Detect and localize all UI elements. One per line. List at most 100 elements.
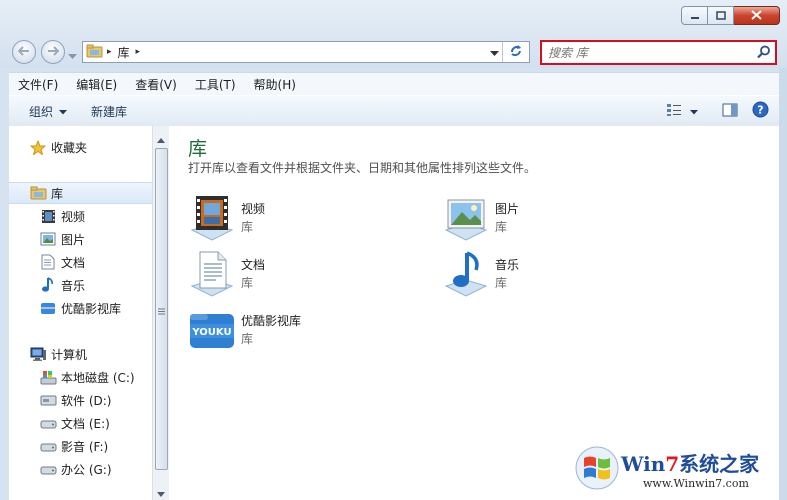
libraries-folder-icon	[29, 185, 47, 201]
title-bar: ▸ 库 ▸	[0, 0, 787, 68]
library-name: 音乐	[495, 258, 520, 272]
nav-library-videos[interactable]: 视频	[39, 205, 152, 227]
picture-icon	[39, 231, 57, 247]
music-library-icon	[442, 250, 490, 298]
breadcrumb-separator[interactable]: ▸	[107, 47, 112, 57]
search-input[interactable]	[546, 42, 750, 63]
change-view-button[interactable]	[666, 103, 698, 120]
star-icon	[29, 139, 47, 155]
system-drive-icon	[39, 369, 57, 385]
library-name: 文档	[241, 258, 266, 272]
watermark-url: www.Winwin7.com	[643, 477, 749, 490]
scroll-down-icon[interactable]	[157, 486, 165, 500]
chevron-down-icon	[59, 104, 68, 118]
nav-drive-d[interactable]: 软件 (D:)	[39, 389, 152, 411]
grip-icon	[158, 304, 165, 318]
library-youku[interactable]: YOUKU 优酷影视库 库	[188, 306, 388, 358]
scrollbar-thumb[interactable]	[155, 148, 168, 470]
preview-pane-button[interactable]	[722, 103, 738, 120]
nav-drive-c[interactable]: 本地磁盘 (C:)	[39, 366, 152, 388]
nav-drive-label: 办公 (G:)	[61, 462, 112, 477]
nav-libraries-label: 库	[51, 186, 64, 201]
explorer-window: ▸ 库 ▸ 文件(F) 编辑(E) 查看(V) 工具(T) 帮助(H) 组织 新…	[0, 0, 787, 500]
forward-arrow-icon	[47, 45, 60, 59]
menu-help[interactable]: 帮助(H)	[245, 76, 305, 93]
nav-library-youku[interactable]: 优酷影视库	[39, 297, 152, 319]
library-kind: 库	[241, 332, 254, 346]
nav-favorites[interactable]: 收藏夹	[29, 136, 152, 158]
youku-library-icon: YOUKU	[188, 306, 236, 354]
minimize-icon	[690, 9, 700, 23]
address-bar[interactable]: ▸ 库 ▸	[82, 41, 530, 63]
help-icon: ?	[752, 101, 769, 121]
minimize-button[interactable]	[681, 6, 708, 25]
drive-icon	[39, 461, 57, 477]
address-dropdown-button[interactable]	[490, 46, 499, 60]
view-controls: ?	[666, 101, 769, 121]
library-kind: 库	[495, 220, 508, 234]
back-arrow-icon	[17, 45, 30, 59]
window-right-border	[779, 68, 787, 500]
breadcrumb-libraries[interactable]: 库	[118, 44, 130, 61]
page-subtitle: 打开库以查看文件并根据文件夹、日期和其他属性排列这些文件。	[188, 161, 537, 175]
nav-drive-label: 软件 (D:)	[61, 393, 112, 408]
watermark-brand-a: Win	[621, 452, 666, 476]
refresh-icon	[509, 44, 523, 61]
nav-drive-label: 本地磁盘 (C:)	[61, 370, 135, 385]
new-library-button[interactable]: 新建库	[79, 103, 139, 120]
refresh-button[interactable]	[502, 42, 529, 62]
library-videos[interactable]: 视频 库	[188, 194, 388, 246]
search-box[interactable]	[540, 40, 777, 65]
nav-library-music[interactable]: 音乐	[39, 274, 152, 296]
youku-folder-icon	[39, 300, 57, 316]
library-music[interactable]: 音乐 库	[442, 250, 642, 302]
nav-library-label: 视频	[61, 209, 86, 224]
nav-computer[interactable]: 计算机	[29, 343, 152, 365]
forward-button[interactable]	[41, 40, 65, 64]
search-icon[interactable]	[757, 45, 771, 62]
nav-library-documents[interactable]: 文档	[39, 251, 152, 273]
nav-library-label: 优酷影视库	[61, 301, 122, 316]
menu-bar: 文件(F) 编辑(E) 查看(V) 工具(T) 帮助(H)	[9, 72, 779, 95]
nav-favorites-label: 收藏夹	[51, 140, 88, 155]
close-button[interactable]	[734, 6, 780, 25]
nav-drive-g[interactable]: 办公 (G:)	[39, 458, 152, 480]
watermark-brand-b: 7	[665, 452, 680, 476]
breadcrumb-separator[interactable]: ▸	[136, 47, 141, 57]
scroll-up-icon[interactable]	[157, 132, 165, 146]
library-kind: 库	[241, 276, 254, 290]
menu-file[interactable]: 文件(F)	[9, 76, 67, 93]
libraries-folder-icon	[86, 44, 103, 61]
music-note-icon	[39, 277, 57, 293]
youku-badge-text: YOUKU	[191, 327, 231, 338]
nav-libraries[interactable]: 库	[9, 182, 152, 204]
menu-edit[interactable]: 编辑(E)	[67, 76, 126, 93]
nav-library-label: 图片	[61, 232, 86, 247]
documents-library-icon	[188, 250, 236, 298]
maximize-button[interactable]	[708, 6, 734, 25]
library-kind: 库	[241, 220, 254, 234]
drive-icon	[39, 415, 57, 431]
nav-drive-f[interactable]: 影音 (F:)	[39, 435, 152, 457]
nav-library-pictures[interactable]: 图片	[39, 228, 152, 250]
menu-tools[interactable]: 工具(T)	[186, 76, 245, 93]
back-button[interactable]	[12, 40, 36, 64]
library-documents[interactable]: 文档 库	[188, 250, 388, 302]
organize-button[interactable]: 组织	[17, 103, 79, 120]
nav-drive-e[interactable]: 文档 (E:)	[39, 412, 152, 434]
view-details-icon	[666, 103, 682, 120]
library-name: 优酷影视库	[241, 314, 302, 328]
navigation-scrollbar[interactable]	[152, 126, 169, 500]
video-library-icon	[188, 194, 236, 242]
nav-drive-label: 文档 (E:)	[61, 416, 110, 431]
nav-library-label: 文档	[61, 255, 86, 270]
help-button[interactable]: ?	[752, 101, 769, 121]
menu-view[interactable]: 查看(V)	[126, 76, 186, 93]
library-pictures[interactable]: 图片 库	[442, 194, 642, 246]
watermark-brand-c: 系统之家	[679, 452, 760, 476]
library-name: 图片	[495, 202, 520, 216]
close-icon	[751, 9, 762, 23]
library-name: 视频	[241, 202, 266, 216]
recent-pages-dropdown[interactable]	[68, 49, 77, 63]
film-icon	[39, 208, 57, 224]
